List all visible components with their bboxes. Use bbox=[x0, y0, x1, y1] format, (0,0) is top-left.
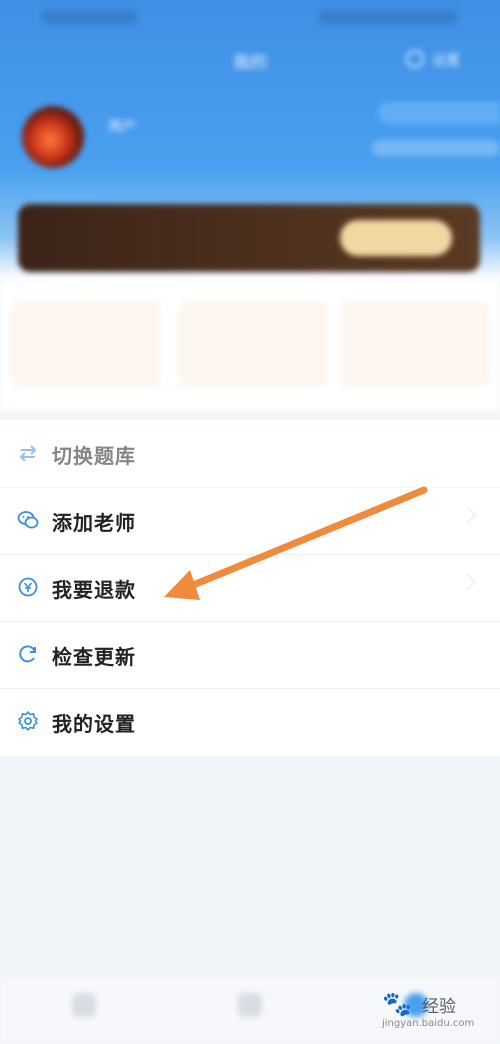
status-right bbox=[318, 10, 458, 24]
header-link[interactable] bbox=[372, 140, 500, 156]
menu-item-label: 我要退款 bbox=[52, 578, 136, 602]
baidu-jingyan-watermark: 🐾 经验 jingyan.baidu.com bbox=[382, 988, 492, 1034]
quick-card[interactable] bbox=[10, 300, 160, 388]
menu-item-refund[interactable]: 我要退款 bbox=[0, 554, 500, 622]
tab-home[interactable] bbox=[0, 977, 166, 1044]
avatar[interactable] bbox=[22, 106, 84, 168]
settings-menu: 切换题库 添加老师 我要退款 检查更新 我的设置 bbox=[0, 420, 500, 756]
watermark-brand: 经验 bbox=[422, 997, 456, 1017]
swap-icon bbox=[19, 445, 37, 462]
vip-banner[interactable] bbox=[18, 204, 480, 272]
quick-cards bbox=[0, 280, 500, 412]
header-pill-button[interactable] bbox=[378, 102, 500, 124]
wechat-icon bbox=[17, 511, 39, 529]
settings-button[interactable]: 设置 bbox=[406, 48, 476, 72]
refresh-icon bbox=[19, 645, 36, 663]
quick-card[interactable] bbox=[178, 300, 328, 388]
vip-open-button[interactable] bbox=[340, 220, 452, 256]
book-icon bbox=[238, 993, 262, 1017]
tab-study[interactable] bbox=[166, 977, 332, 1044]
menu-item-label: 切换题库 bbox=[52, 444, 136, 468]
menu-item-check-update[interactable]: 检查更新 bbox=[0, 621, 500, 689]
refund-icon bbox=[18, 577, 38, 597]
chevron-right-icon bbox=[459, 573, 477, 591]
watermark-url: jingyan.baidu.com bbox=[382, 1018, 475, 1029]
menu-item-label: 检查更新 bbox=[52, 645, 136, 669]
menu-item-add-teacher[interactable]: 添加老师 bbox=[0, 487, 500, 555]
headset-icon bbox=[406, 50, 424, 68]
user-name: 用户 bbox=[108, 119, 136, 135]
menu-item-my-settings[interactable]: 我的设置 bbox=[0, 688, 500, 755]
chevron-right-icon bbox=[459, 506, 477, 524]
settings-button-label: 设置 bbox=[432, 53, 460, 69]
quick-card[interactable] bbox=[340, 300, 490, 388]
menu-item-label: 我的设置 bbox=[52, 712, 136, 736]
menu-item-label: 添加老师 bbox=[52, 511, 136, 535]
status-left bbox=[42, 10, 138, 24]
gear-icon bbox=[18, 711, 38, 731]
status-bar bbox=[0, 0, 500, 36]
menu-item-switch-bank[interactable]: 切换题库 bbox=[0, 420, 500, 488]
paw-logo-icon: 🐾 bbox=[382, 990, 412, 1018]
home-icon bbox=[72, 993, 96, 1017]
